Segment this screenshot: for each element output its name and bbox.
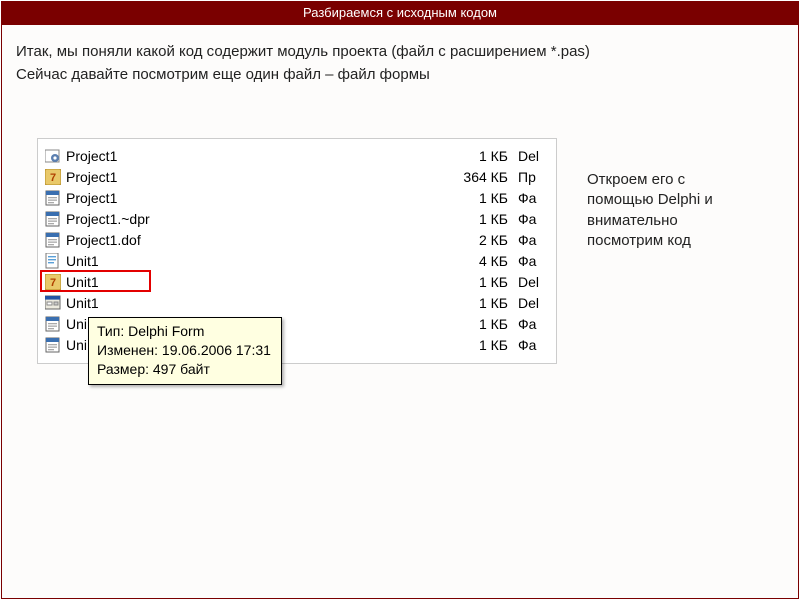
file-size: 4 КБ	[448, 253, 518, 269]
file-tooltip: Тип: Delphi Form Изменен: 19.06.2006 17:…	[88, 317, 282, 385]
file-name: Project1.~dpr	[66, 211, 448, 227]
file-size: 2 КБ	[448, 232, 518, 248]
file-row[interactable]: Unit11 КБDel	[38, 292, 556, 313]
file-list-panel: Project11 КБDelProject1364 КБПрProject11…	[37, 138, 557, 364]
file-row[interactable]: Unit14 КБФа	[38, 250, 556, 271]
file-name: Project1	[66, 148, 448, 164]
file-type: Фа	[518, 211, 556, 227]
file-size: 1 КБ	[448, 316, 518, 332]
file-type: Фа	[518, 190, 556, 206]
tooltip-type: Тип: Delphi Form	[97, 322, 271, 341]
file-size: 1 КБ	[448, 274, 518, 290]
file-size: 364 КБ	[448, 169, 518, 185]
tooltip-size: Размер: 497 байт	[97, 360, 271, 379]
file-name: Project1	[66, 190, 448, 206]
file-row[interactable]: Unit11 КБDel	[38, 271, 556, 292]
file-row[interactable]: Project11 КБDel	[38, 145, 556, 166]
file-size: 1 КБ	[448, 295, 518, 311]
winfile-icon	[44, 211, 62, 227]
file-row[interactable]: Project1364 КБПр	[38, 166, 556, 187]
file-type: Del	[518, 148, 556, 164]
file-type: Фа	[518, 316, 556, 332]
file-row[interactable]: Project11 КБФа	[38, 187, 556, 208]
file-name: Unit1	[66, 274, 448, 290]
side-description: Откроем его с помощью Delphi и вниматель…	[587, 170, 752, 364]
file-type: Пр	[518, 169, 556, 185]
file-type: Фа	[518, 232, 556, 248]
file-row[interactable]: Project1.~dpr1 КБФа	[38, 208, 556, 229]
winfile-icon	[44, 190, 62, 206]
gear-icon	[44, 148, 62, 164]
file-size: 1 КБ	[448, 148, 518, 164]
page-title: Разбираемся с исходным кодом	[2, 2, 798, 25]
intro-paragraph-2: Сейчас давайте посмотрим еще один файл –…	[16, 66, 784, 83]
file-size: 1 КБ	[448, 211, 518, 227]
file-name: Unit1	[66, 295, 448, 311]
winfile-icon	[44, 316, 62, 332]
file-row[interactable]: Project1.dof2 КБФа	[38, 229, 556, 250]
file-name: Project1.dof	[66, 232, 448, 248]
file-type: Фа	[518, 253, 556, 269]
delphi7-icon	[44, 274, 62, 290]
file-name: Unit1	[66, 253, 448, 269]
delphi7-icon	[44, 169, 62, 185]
intro-paragraph-1: Итак, мы поняли какой код содержит модул…	[16, 43, 784, 60]
file-type: Del	[518, 295, 556, 311]
tooltip-modified: Изменен: 19.06.2006 17:31	[97, 341, 271, 360]
winfile-icon	[44, 232, 62, 248]
file-type: Фа	[518, 337, 556, 353]
formwin-icon	[44, 295, 62, 311]
file-name: Project1	[66, 169, 448, 185]
winfile-icon	[44, 337, 62, 353]
file-type: Del	[518, 274, 556, 290]
pasfile-icon	[44, 253, 62, 269]
file-size: 1 КБ	[448, 337, 518, 353]
file-size: 1 КБ	[448, 190, 518, 206]
